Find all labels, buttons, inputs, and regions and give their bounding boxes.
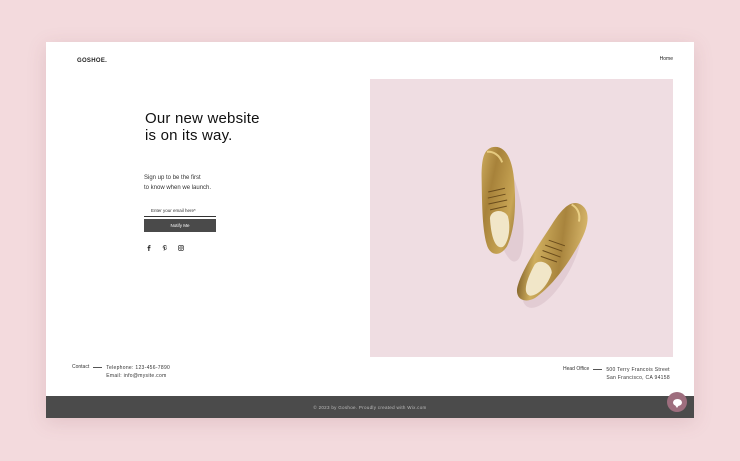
contact-block: Contact Telephone: 123-456-7890 Email: i… [72,364,170,380]
notify-me-button[interactable]: Notify Me [144,219,216,232]
pinterest-icon[interactable] [161,244,169,252]
office-city: San Francisco, CA 94158 [606,375,670,381]
gold-shoes-illustration [481,146,588,308]
footer-copyright: © 2023 by Goshoe. Proudly created with W… [313,404,427,410]
office-address: 500 Terry Francois Street San Francisco,… [606,366,670,382]
email-field[interactable] [144,204,216,217]
site-frame: GOSHOE. Home Our new website is on its w… [46,42,694,418]
contact-label: Contact [72,364,90,370]
chat-button[interactable] [667,392,687,412]
office-street: 500 Terry Francois Street [606,367,670,373]
contact-email[interactable]: Email: info@mysite.com [106,372,170,380]
contact-telephone: Telephone: 123-456-7890 [106,365,171,371]
social-links [145,244,185,252]
nav-home-link[interactable]: Home [660,56,673,62]
signup-subtext-line2: to know when we launch. [144,185,212,191]
contact-details: Telephone: 123-456-7890 Email: info@mysi… [106,364,170,380]
office-label: Head Office [563,366,590,372]
office-block: Head Office 500 Terry Francois Street Sa… [563,366,670,382]
office-divider [593,369,603,370]
hero-image [370,79,673,357]
instagram-icon[interactable] [177,244,185,252]
signup-subtext: Sign up to be the first to know when we … [144,173,254,193]
contact-divider [93,367,103,368]
page-headline: Our new website is on its way. [145,110,260,144]
site-footer: © 2023 by Goshoe. Proudly created with W… [46,396,694,418]
site-logo[interactable]: GOSHOE. [77,58,107,64]
facebook-icon[interactable] [145,244,153,252]
signup-subtext-line1: Sign up to be the first [144,175,201,181]
chat-bubble-icon [672,398,682,408]
